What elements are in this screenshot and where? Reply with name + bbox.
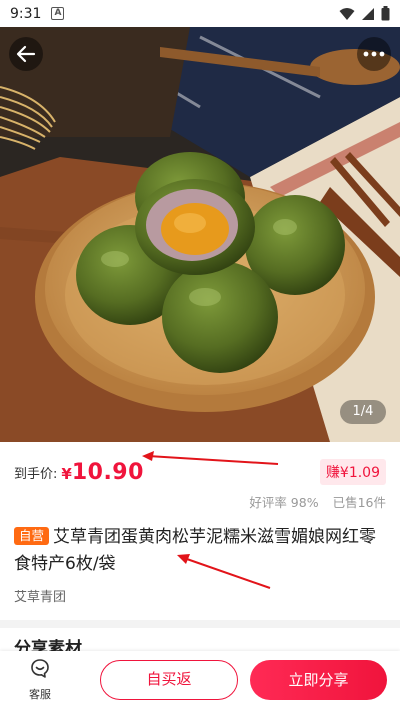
status-time: 9:31 (10, 5, 42, 22)
section-divider (0, 620, 400, 628)
product-photo (0, 27, 400, 442)
signal-icon (362, 7, 374, 20)
battery-icon (381, 6, 390, 21)
customer-service-label: 客服 (29, 688, 51, 701)
price: ¥10.90 (61, 460, 144, 485)
product-image-carousel[interactable]: 1/4 (0, 27, 400, 442)
earn-badge: 赚¥1.09 (319, 459, 386, 485)
more-dots-icon (363, 51, 385, 57)
back-button[interactable] (9, 37, 43, 71)
currency-symbol: ¥ (61, 464, 72, 483)
status-bar: 9:31 A (0, 0, 400, 27)
notification-a-icon: A (51, 7, 65, 20)
self-operated-tag: 自营 (14, 527, 50, 545)
share-now-button[interactable]: 立即分享 (250, 660, 387, 700)
self-buy-rebate-button[interactable]: 自买返 (100, 660, 238, 700)
brand-name[interactable]: 艾草青团 (14, 586, 66, 605)
rating-text: 好评率 98% (249, 495, 319, 510)
meta-row: 好评率 98% 已售16件 (249, 492, 386, 511)
annotation-arrow-title (177, 554, 271, 589)
more-button[interactable] (357, 37, 391, 71)
customer-service-button[interactable]: 客服 (20, 657, 60, 702)
wifi-icon (339, 7, 355, 20)
image-page-indicator: 1/4 (340, 400, 386, 424)
customer-service-icon (31, 659, 49, 678)
annotation-arrow-price (142, 451, 279, 465)
product-info: 到手价: ¥10.90 赚¥1.09 好评率 98% 已售16件 自营 艾草青团蛋… (0, 442, 400, 620)
price-label: 到手价: (14, 466, 58, 482)
bottom-action-bar: 客服 自买返 立即分享 (0, 651, 400, 710)
price-value: 10.90 (71, 459, 144, 485)
sold-count: 已售16件 (332, 495, 386, 510)
arrow-left-icon (16, 45, 36, 63)
